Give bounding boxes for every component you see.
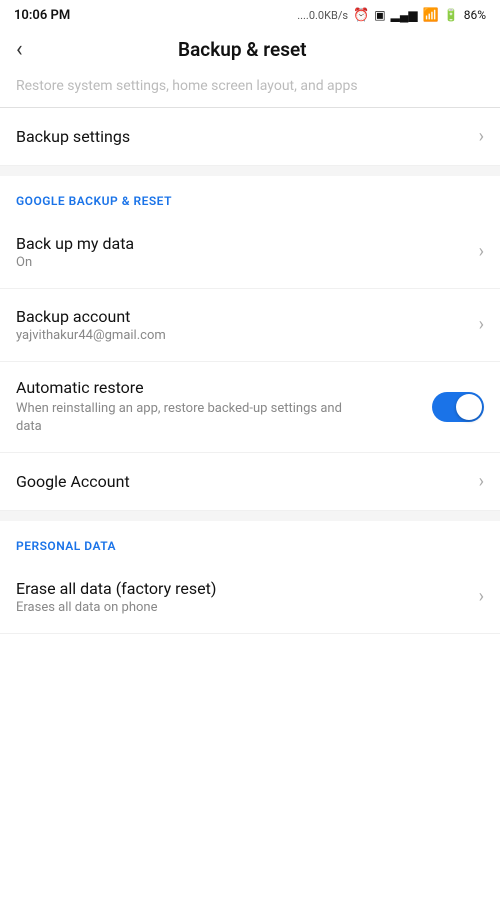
back-up-my-data-content: Back up my data On (16, 234, 469, 270)
chevron-icon: › (479, 586, 484, 607)
sim-icon: ▣ (374, 8, 385, 22)
automatic-restore-label: Automatic restore (16, 378, 420, 397)
erase-all-data-content: Erase all data (factory reset) Erases al… (16, 579, 469, 615)
back-up-my-data-row[interactable]: Back up my data On › (0, 216, 500, 289)
toggle-thumb (456, 394, 482, 420)
status-time: 10:06 PM (14, 8, 70, 23)
truncated-description: Restore system settings, home screen lay… (0, 71, 500, 107)
backup-account-content: Backup account yajvithakur44@gmail.com (16, 307, 469, 343)
back-up-my-data-label: Back up my data (16, 234, 469, 253)
erase-all-data-row[interactable]: Erase all data (factory reset) Erases al… (0, 561, 500, 634)
status-icons: ....0.0KB/s ⏰ ▣ ▂▄▆ 📶 🔋 86% (297, 8, 486, 23)
alarm-icon: ⏰ (353, 8, 369, 23)
network-speed: ....0.0KB/s (297, 9, 348, 22)
header: ‹ Backup & reset (0, 28, 500, 71)
backup-settings-content: Backup settings (16, 127, 469, 146)
personal-data-section-header: PERSONAL DATA (0, 521, 500, 561)
automatic-restore-row[interactable]: Automatic restore When reinstalling an a… (0, 362, 500, 453)
google-account-label: Google Account (16, 472, 469, 491)
google-account-content: Google Account (16, 472, 469, 491)
status-bar: 10:06 PM ....0.0KB/s ⏰ ▣ ▂▄▆ 📶 🔋 86% (0, 0, 500, 28)
chevron-icon: › (479, 241, 484, 262)
erase-all-data-label: Erase all data (factory reset) (16, 579, 469, 598)
chevron-icon: › (479, 314, 484, 335)
wifi-icon: 📶 (423, 8, 439, 23)
battery-icon: 🔋 (444, 8, 459, 22)
google-backup-section-header: GOOGLE BACKUP & RESET (0, 176, 500, 216)
backup-settings-row[interactable]: Backup settings › (0, 108, 500, 166)
automatic-restore-content: Automatic restore When reinstalling an a… (16, 378, 420, 436)
section-gap-2 (0, 511, 500, 521)
backup-settings-label: Backup settings (16, 127, 469, 146)
truncated-text: Restore system settings, home screen lay… (16, 78, 358, 94)
backup-account-subtitle: yajvithakur44@gmail.com (16, 328, 469, 343)
chevron-icon: › (479, 471, 484, 492)
erase-all-data-subtitle: Erases all data on phone (16, 600, 469, 615)
back-button[interactable]: ‹ (16, 39, 23, 61)
chevron-icon: › (479, 126, 484, 147)
section-gap-1 (0, 166, 500, 176)
back-up-my-data-subtitle: On (16, 255, 469, 270)
signal-icon: ▂▄▆ (391, 8, 418, 22)
battery-percentage: 86% (464, 8, 486, 22)
backup-account-label: Backup account (16, 307, 469, 326)
backup-account-row[interactable]: Backup account yajvithakur44@gmail.com › (0, 289, 500, 362)
automatic-restore-subtitle: When reinstalling an app, restore backed… (16, 400, 356, 436)
automatic-restore-toggle[interactable] (432, 392, 484, 422)
google-account-row[interactable]: Google Account › (0, 453, 500, 511)
page-title: Backup & reset (35, 38, 450, 61)
